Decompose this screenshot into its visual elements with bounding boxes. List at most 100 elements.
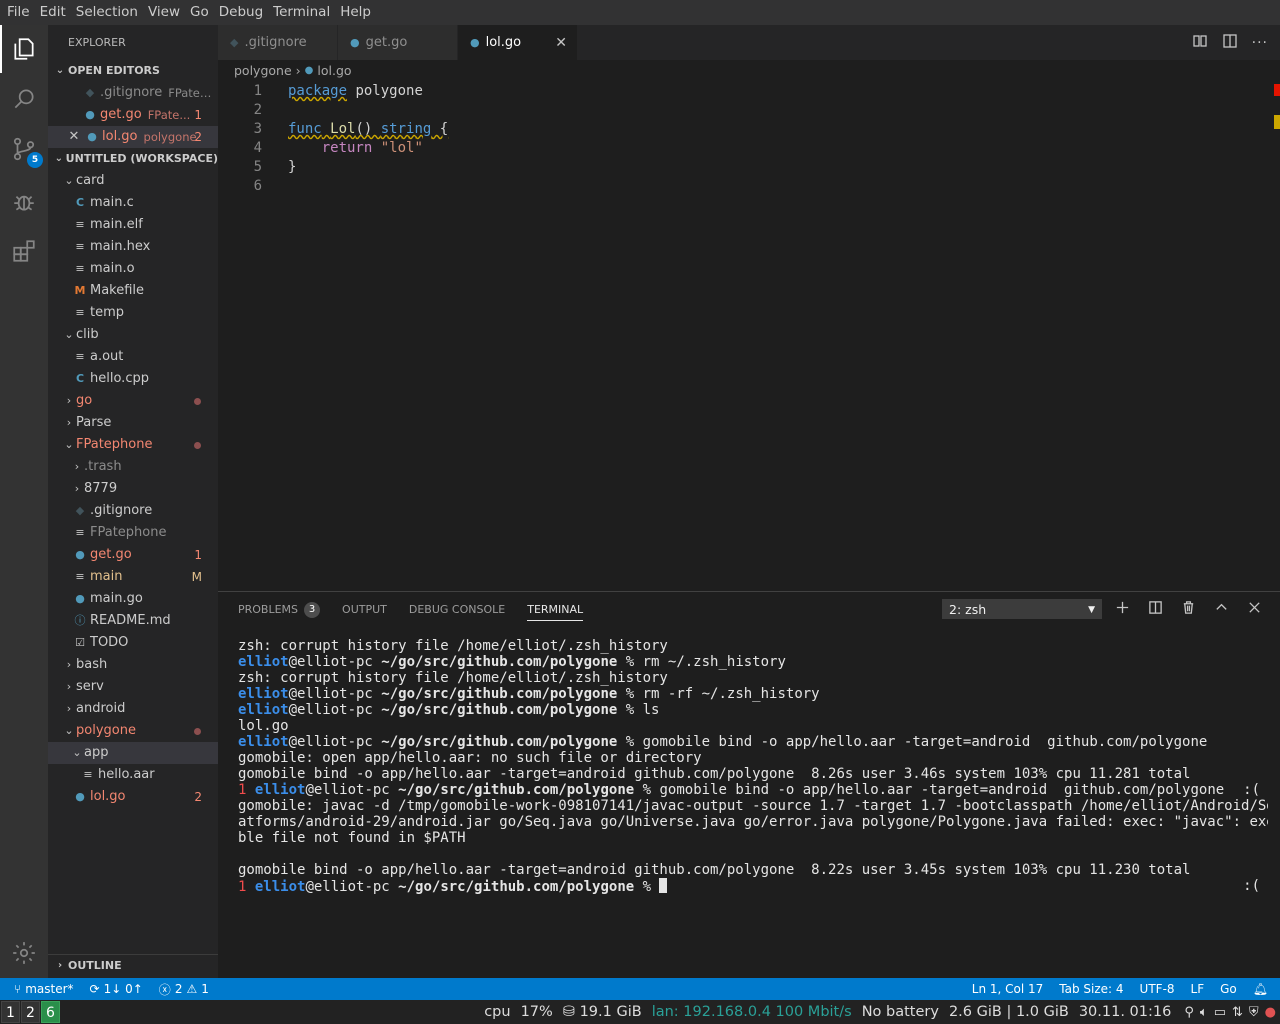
tree-folder-polygone[interactable]: ⌄ polygone <box>48 720 218 742</box>
checkbox-icon: ☑ <box>75 636 85 649</box>
open-editors-header[interactable]: ⌄ OPEN EDITORS <box>48 60 218 82</box>
tree-file-main-c[interactable]: Cmain.c <box>48 192 218 214</box>
shield-icon[interactable]: ⛨ <box>1249 1005 1259 1020</box>
tree-file-main-o[interactable]: ≡ main.o <box>48 258 218 280</box>
tree-file-gitignore[interactable]: ◆ .gitignore <box>48 500 218 522</box>
cpu-label: cpu <box>484 1004 511 1020</box>
open-changes-icon[interactable] <box>1192 33 1208 53</box>
volume-icon[interactable]: 🔈︎ <box>1200 1005 1208 1020</box>
language-mode[interactable]: Go <box>1212 982 1245 996</box>
open-editor-gitignore[interactable]: ◆ .gitignore FPatep... <box>48 82 218 104</box>
tree-folder-app[interactable]: ⌄ app <box>48 742 218 764</box>
tree-folder-fpatephone[interactable]: ⌄ FPatephone <box>48 434 218 456</box>
outline-header[interactable]: › OUTLINE <box>48 955 218 977</box>
close-icon[interactable]: ✕ <box>555 35 567 51</box>
menu-help[interactable]: Help <box>335 0 376 25</box>
split-terminal-icon[interactable] <box>1148 600 1163 619</box>
chevron-right-icon: › <box>74 460 80 473</box>
tree-folder-android[interactable]: › android <box>48 698 218 720</box>
tab-get-go[interactable]: ● get.go <box>338 25 458 60</box>
tree-file-readme[interactable]: ⓘ README.md <box>48 610 218 632</box>
panel-tab-terminal[interactable]: TERMINAL <box>527 592 583 627</box>
menu-edit[interactable]: Edit <box>35 0 71 25</box>
display-icon[interactable]: ▭ <box>1214 1005 1226 1020</box>
tab-gitignore[interactable]: ◆ .gitignore <box>218 25 338 60</box>
tab-size[interactable]: Tab Size: 4 <box>1051 982 1131 996</box>
trash-icon[interactable] <box>1181 600 1196 619</box>
menu-terminal[interactable]: Terminal <box>268 0 335 25</box>
tree-file-lol-go[interactable]: ● lol.go 2 <box>48 786 218 808</box>
menu-selection[interactable]: Selection <box>71 0 143 25</box>
close-panel-icon[interactable] <box>1247 600 1262 619</box>
panel-tab-problems[interactable]: PROBLEMS 3 <box>238 592 321 627</box>
network-icon[interactable]: ⇅ <box>1232 1005 1243 1020</box>
explorer-icon[interactable] <box>0 25 48 73</box>
tree-file-todo[interactable]: ☑ TODO <box>48 632 218 654</box>
paperclip-icon[interactable]: ⚲ <box>1184 1005 1194 1020</box>
chevron-up-icon[interactable] <box>1214 600 1229 619</box>
tree-folder-bash[interactable]: › bash <box>48 654 218 676</box>
panel-tab-output[interactable]: OUTPUT <box>342 592 387 627</box>
workspace-6[interactable]: 6 <box>41 1001 60 1023</box>
code-editor[interactable]: 1 package polygone 2 3 func Lol() string {… <box>218 82 1280 196</box>
gear-icon[interactable] <box>0 929 48 977</box>
debug-icon[interactable] <box>0 177 48 225</box>
tree-file-a-out[interactable]: ≡ a.out <box>48 346 218 368</box>
menu-view[interactable]: View <box>143 0 185 25</box>
tree-file-get-go[interactable]: ● get.go 1 <box>48 544 218 566</box>
tree-label: Parse <box>76 415 112 430</box>
tree-file-main[interactable]: ≡ main M <box>48 566 218 588</box>
terminal-line: gomobile bind -o app/hello.aar -target=a… <box>238 766 1191 782</box>
bell-icon[interactable]: 🔔︎ <box>1245 982 1280 996</box>
menu-go[interactable]: Go <box>185 0 214 25</box>
terminal-select[interactable]: 2: zsh ▼ <box>942 599 1102 619</box>
tree-label: main.hex <box>90 239 151 254</box>
menu-file[interactable]: File <box>2 0 35 25</box>
warning-marker <box>1274 115 1280 129</box>
tab-lol-go[interactable]: ● lol.go ✕ <box>458 25 578 60</box>
workspace-2[interactable]: 2 <box>21 1001 40 1023</box>
open-editor-get-go[interactable]: ● get.go FPate... 1 <box>48 104 218 126</box>
tree-label: android <box>76 701 126 716</box>
panel-tab-debug-console[interactable]: DEBUG CONSOLE <box>409 592 505 627</box>
tree-folder-8779[interactable]: › 8779 <box>48 478 218 500</box>
problems-status[interactable]: ⓧ 2 ⚠ 1 <box>151 981 217 998</box>
search-icon[interactable] <box>0 75 48 123</box>
source-control-icon[interactable]: 5 <box>0 125 48 173</box>
new-terminal-icon[interactable] <box>1115 600 1130 619</box>
menu-bar: File Edit Selection View Go Debug Termin… <box>0 0 1280 25</box>
tree-file-main-go[interactable]: ● main.go <box>48 588 218 610</box>
close-icon[interactable]: ✕ <box>66 126 82 148</box>
tree-folder-go[interactable]: › go <box>48 390 218 412</box>
more-actions-icon[interactable]: ··· <box>1252 35 1268 51</box>
branch-status[interactable]: ⑂ master* <box>0 982 82 996</box>
workspace-1[interactable]: 1 <box>1 1001 20 1023</box>
extensions-icon[interactable] <box>0 227 48 275</box>
tree-file-main-hex[interactable]: ≡ main.hex <box>48 236 218 258</box>
tree-folder-trash[interactable]: › .trash <box>48 456 218 478</box>
tree-file-hello-aar[interactable]: ≡ hello.aar <box>48 764 218 786</box>
breadcrumb-folder[interactable]: polygone <box>234 60 292 82</box>
split-editor-icon[interactable] <box>1222 33 1238 53</box>
tree-folder-serv[interactable]: › serv <box>48 676 218 698</box>
breadcrumb-file[interactable]: lol.go <box>317 60 351 82</box>
workspace-header[interactable]: ⌄ UNTITLED (WORKSPACE) <box>48 148 218 170</box>
tree-folder-card[interactable]: ⌄ card <box>48 170 218 192</box>
open-editor-lol-go[interactable]: ✕ ● lol.go polygone 2 <box>48 126 218 148</box>
tree-file-temp[interactable]: ≡ temp <box>48 302 218 324</box>
update-icon[interactable]: ● <box>1265 1005 1276 1020</box>
sync-status[interactable]: ⟳ 1↓ 0↑ <box>82 982 151 996</box>
tree-file-makefile[interactable]: M Makefile <box>48 280 218 302</box>
line-ending[interactable]: LF <box>1183 982 1213 996</box>
workspace-label: UNTITLED (WORKSPACE) <box>65 152 218 165</box>
tree-file-fpatephone[interactable]: ≡ FPatephone <box>48 522 218 544</box>
tree-file-hello-cpp[interactable]: Chello.cpp <box>48 368 218 390</box>
prompt-user: elliot <box>238 734 289 750</box>
tree-folder-clib[interactable]: ⌄ clib <box>48 324 218 346</box>
tree-folder-parse[interactable]: › Parse <box>48 412 218 434</box>
menu-debug[interactable]: Debug <box>214 0 268 25</box>
terminal-output[interactable]: zsh: corrupt history file /home/elliot/.… <box>238 638 1268 894</box>
encoding[interactable]: UTF-8 <box>1132 982 1183 996</box>
tree-file-main-elf[interactable]: ≡ main.elf <box>48 214 218 236</box>
cursor-position[interactable]: Ln 1, Col 17 <box>964 982 1052 996</box>
